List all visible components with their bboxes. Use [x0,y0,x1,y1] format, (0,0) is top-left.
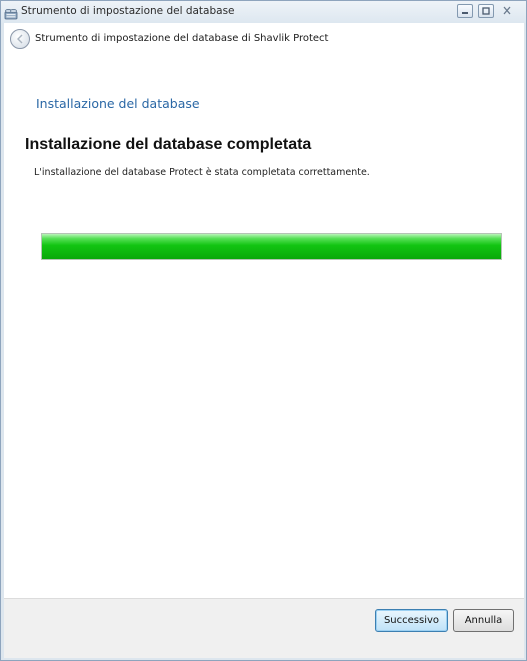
page-description: L'installazione del database Protect è s… [34,167,370,178]
close-button[interactable] [499,4,515,18]
back-button[interactable] [10,29,30,49]
title-bar: Strumento di impostazione del database [1,1,526,23]
page-heading: Installazione del database completata [25,136,312,153]
next-button[interactable]: Successivo [375,609,448,632]
maximize-icon [482,7,490,15]
wizard-client-area: Strumento di impostazione del database d… [4,23,524,658]
back-arrow-icon [17,34,23,44]
cancel-button[interactable]: Annulla [453,609,514,632]
maximize-button[interactable] [478,4,494,18]
window-title: Strumento di impostazione del database [21,5,235,17]
minimize-button[interactable] [457,4,473,18]
close-icon [503,6,511,15]
wizard-header: Strumento di impostazione del database d… [4,23,524,55]
minimize-icon [462,12,468,14]
section-title: Installazione del database [36,96,200,111]
setup-window: Strumento di impostazione del database S… [0,0,527,661]
progress-fill [42,234,501,259]
database-setup-icon [4,5,18,20]
wizard-title: Strumento di impostazione del database d… [35,33,329,44]
progress-bar [41,233,502,260]
